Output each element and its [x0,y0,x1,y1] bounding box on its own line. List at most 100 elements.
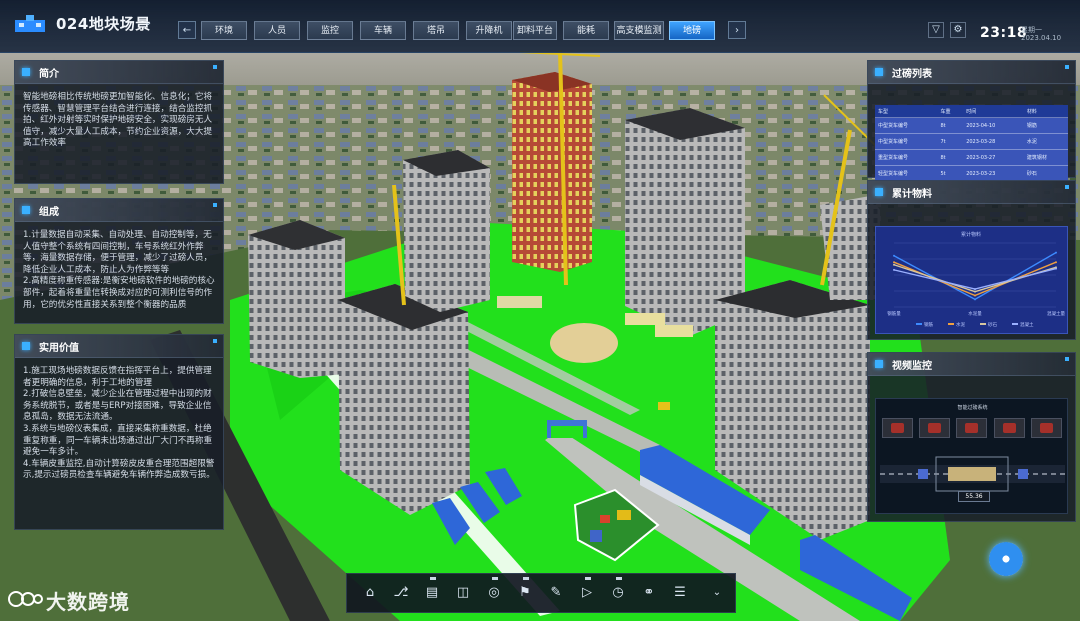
active-indicator [492,577,498,580]
tab-monitoring[interactable]: 监控 [307,21,353,40]
panel-corner-icon [213,339,217,343]
series-point [1055,251,1057,254]
column-header: 车型 [875,105,938,118]
camera-feed-thumb[interactable] [1031,418,1062,438]
tabs-next-arrow-icon[interactable]: › [728,21,746,39]
table-cell: 2023-03-27 [963,149,1024,166]
camera-feed-thumb[interactable] [919,418,950,438]
chevron-down-icon[interactable]: ⌄ [144,17,152,28]
legend-label: 砂石 [988,321,997,328]
weighbridge-table: 车型 车重 时间 材料 中型货车编号 8t 2023-04-10 钢筋 中型货车… [875,105,1068,181]
composition-panel: 组成 1.计量数据自动采集、自动处理、自动控制等，无人值守整个系统有四间控制，车… [14,198,224,324]
planet-icon[interactable]: ⚭ [639,583,659,603]
network-icon[interactable]: ⎇ [391,583,411,603]
barrier-icon[interactable]: ▤ [422,583,442,603]
active-indicator [616,577,622,580]
flag-icon[interactable]: ⚑ [515,583,535,603]
filter-icon[interactable]: ▽ [928,22,944,38]
tab-weighbridge[interactable]: 地磅 [669,21,715,40]
value-title: 实用价值 [39,343,79,354]
panel-marker-icon [875,360,883,368]
table-row[interactable]: 轻型货车编号 5t 2023-03-23 砂石 [875,165,1068,181]
panel-corner-icon [1065,65,1069,69]
panel-header: 简介 [15,61,223,84]
series-point [1055,267,1057,270]
panel-corner-icon [1065,357,1069,361]
materials-line-chart: 累计物料 钢筋量 水泥量 混凝土量 钢筋 水泥 砂石 混凝土 [887,231,1065,328]
video-screen[interactable]: 智能过磅系统 55.36 [875,398,1068,514]
legend-label: 水泥 [956,321,965,328]
intro-text: 智能地磅相比传统地磅更加智能化、信息化；它将传感器、智慧管理平台结合进行连接，结… [23,92,213,149]
camera-feed-thumb[interactable] [994,418,1025,438]
column-header: 时间 [963,105,1024,118]
tab-formwork-monitoring[interactable]: 高支模监测 [614,21,664,40]
table-row[interactable]: 中型货车编号 7t 2023-03-28 水泥 [875,133,1068,150]
camera-icon[interactable]: ▷ [577,583,597,603]
watermark-text: 大数跨境 [46,590,130,614]
tab-tower-crane[interactable]: 塔吊 [413,21,459,40]
table-row[interactable]: 中型货车编号 8t 2023-04-10 钢筋 [875,117,1068,134]
tab-unloading-platform[interactable]: 卸料平台 [513,21,557,40]
legend-label: 钢筋 [924,321,933,328]
legend-swatch [1012,323,1018,325]
value-text: 1.施工现场地磅数据反馈在指挥平台上，提供管理者更明确的信息，利于工地的管理 2… [23,366,215,481]
home-icon[interactable]: ⌂ [360,583,380,603]
panel-marker-icon [22,68,30,76]
legend-swatch [980,323,986,325]
camera-feed-thumb[interactable] [956,418,987,438]
column-header: 材料 [1023,105,1068,118]
table-cell: 2023-03-28 [963,133,1024,150]
intro-panel: 简介 智能地磅相比传统地磅更加智能化、信息化；它将传感器、智慧管理平台结合进行连… [14,60,224,184]
weighbridge-diagram [880,456,1065,492]
series-point [974,290,976,293]
table-row[interactable]: 重型货车编号 8t 2023-03-27 建筑钢材 [875,149,1068,166]
book-icon[interactable]: ◫ [453,583,473,603]
table-cell: 5t [937,165,964,181]
bottom-toolbar: ⌂ ⎇ ▤ ◫ ◎ ⚑ ✎ ▷ ◷ ⚭ ☰ ⌄ [346,573,736,613]
table-cell: 水泥 [1023,133,1068,150]
x-tick-label: 钢筋量 [887,310,901,317]
weighbridge-list-title: 过磅列表 [892,69,932,80]
table-cell: 8t [937,149,964,166]
legend-swatch [948,323,954,325]
series-point [974,298,976,301]
panel-corner-icon [213,203,217,207]
active-indicator [523,577,529,580]
site-title[interactable]: 024地块场景 [56,13,151,34]
tab-energy[interactable]: 能耗 [563,21,609,40]
camera-feed-thumb[interactable] [882,418,913,438]
table-cell: 2023-04-10 [963,117,1024,134]
edit-icon[interactable]: ✎ [546,583,566,603]
tabs-prev-arrow-icon[interactable]: ← [178,21,196,39]
x-tick-label: 水泥量 [968,310,982,317]
settings-icon[interactable]: ⚙ [950,22,966,38]
panel-header: 视频监控 [868,353,1075,376]
panel-corner-icon [1065,185,1069,189]
legend-swatch [916,323,922,325]
tab-personnel[interactable]: 人员 [254,21,300,40]
panel-marker-icon [875,68,883,76]
table-cell: 钢筋 [1023,117,1068,134]
intro-title: 简介 [39,69,59,80]
table-cell: 中型货车编号 [875,117,938,134]
date-label: 2023.04.10 [1021,34,1062,42]
series-point [893,268,895,271]
tab-vehicles[interactable]: 车辆 [360,21,406,40]
column-header: 车重 [937,105,964,118]
tab-environment[interactable]: 环境 [201,21,247,40]
panel-header: 过磅列表 [868,61,1075,84]
compass-button[interactable] [989,542,1023,576]
location-pin-icon[interactable]: ◎ [484,583,504,603]
collapse-icon[interactable]: ⌄ [707,583,727,603]
sliders-icon[interactable]: ☰ [670,583,690,603]
active-indicator [430,577,436,580]
panel-corner-icon [213,65,217,69]
top-bar: 024地块场景 ⌄ ← 环境 人员 监控 车辆 塔吊 升降机 卸料平台 能耗 高… [0,0,1080,53]
panel-marker-icon [22,342,30,350]
materials-chart: 累计物料 钢筋量 水泥量 混凝土量 钢筋 水泥 砂石 混凝土 [875,226,1068,334]
panel-header: 组成 [15,199,223,222]
globe-icon[interactable]: ◷ [608,583,628,603]
table-cell: 重型货车编号 [875,149,938,166]
tab-elevator[interactable]: 升降机 [466,21,512,40]
composition-text: 1.计量数据自动采集、自动处理、自动控制等，无人值守整个系统有四间控制，车号系统… [23,230,215,310]
